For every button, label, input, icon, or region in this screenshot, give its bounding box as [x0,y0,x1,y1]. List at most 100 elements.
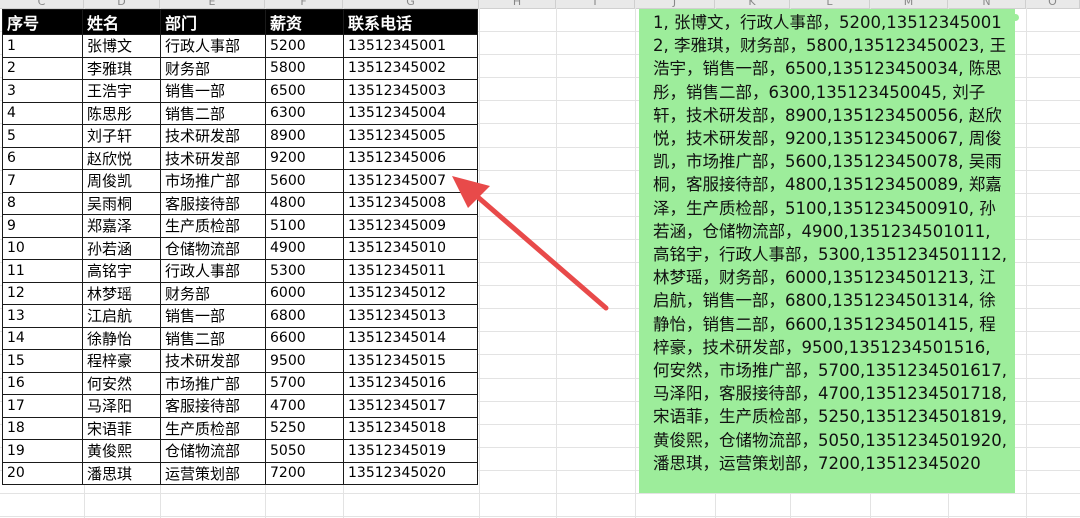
cell-name[interactable]: 黄俊熙 [82,439,161,463]
cell-department[interactable]: 生产质检部 [160,416,266,440]
column-header-strip[interactable]: CDEFGHIJKLMNO [0,0,1080,9]
cell-department[interactable]: 销售二部 [160,326,266,350]
header-phone[interactable]: 联系电话 [343,9,478,35]
cell-index[interactable]: 7 [2,169,83,193]
cell-name[interactable]: 吴雨桐 [82,191,161,215]
column-header-o[interactable]: O [1026,0,1080,8]
header-salary[interactable]: 薪资 [265,9,344,35]
column-header-f[interactable]: F [265,0,343,8]
cell-phone[interactable]: 13512345020 [343,461,478,485]
cell-salary[interactable]: 6000 [265,281,344,305]
cell-salary[interactable]: 6600 [265,326,344,350]
cell-salary[interactable]: 5700 [265,371,344,395]
cell-name[interactable]: 高铭宇 [82,259,161,283]
cell-index[interactable]: 19 [2,439,83,463]
cell-name[interactable]: 潘思琪 [82,461,161,485]
green-text-box[interactable]: 1, 张博文，行政人事部，5200,135123450012, 李雅琪，财务部，… [639,9,1015,493]
cell-name[interactable]: 陈思彤 [82,101,161,125]
cell-salary[interactable]: 4800 [265,191,344,215]
cell-salary[interactable]: 8900 [265,124,344,148]
cell-department[interactable]: 财务部 [160,281,266,305]
cell-department[interactable]: 客服接待部 [160,394,266,418]
cell-name[interactable]: 程梓豪 [82,349,161,373]
cell-name[interactable]: 江启航 [82,304,161,328]
cell-index[interactable]: 17 [2,394,83,418]
cell-phone[interactable]: 13512345014 [343,326,478,350]
cell-phone[interactable]: 13512345005 [343,124,478,148]
column-header-k[interactable]: K [715,0,790,8]
cell-name[interactable]: 马泽阳 [82,394,161,418]
cell-index[interactable]: 18 [2,416,83,440]
cell-name[interactable]: 刘子轩 [82,124,161,148]
cell-name[interactable]: 徐静怡 [82,326,161,350]
cell-phone[interactable]: 13512345002 [343,56,478,80]
cell-salary[interactable]: 4900 [265,236,344,260]
column-header-h[interactable]: H [479,0,556,8]
cell-name[interactable]: 王浩宇 [82,79,161,103]
cell-salary[interactable]: 9500 [265,349,344,373]
cell-department[interactable]: 市场推广部 [160,169,266,193]
column-header-e[interactable]: E [160,0,265,8]
cell-index[interactable]: 14 [2,326,83,350]
cell-name[interactable]: 赵欣悦 [82,146,161,170]
cell-department[interactable]: 技术研发部 [160,124,266,148]
cell-phone[interactable]: 13512345001 [343,34,478,58]
cell-name[interactable]: 李雅琪 [82,56,161,80]
cell-department[interactable]: 销售一部 [160,304,266,328]
cell-salary[interactable]: 5600 [265,169,344,193]
cell-salary[interactable]: 5050 [265,439,344,463]
cell-salary[interactable]: 6500 [265,79,344,103]
cell-name[interactable]: 孙若涵 [82,236,161,260]
cell-department[interactable]: 技术研发部 [160,146,266,170]
cell-department[interactable]: 客服接待部 [160,191,266,215]
cell-index[interactable]: 5 [2,124,83,148]
cell-index[interactable]: 9 [2,214,83,238]
cell-index[interactable]: 16 [2,371,83,395]
cell-phone[interactable]: 13512345018 [343,416,478,440]
cell-index[interactable]: 2 [2,56,83,80]
cell-index[interactable]: 11 [2,259,83,283]
cell-phone[interactable]: 13512345003 [343,79,478,103]
cell-phone[interactable]: 13512345019 [343,439,478,463]
cell-department[interactable]: 生产质检部 [160,214,266,238]
cell-name[interactable]: 周俊凯 [82,169,161,193]
cell-department[interactable]: 市场推广部 [160,371,266,395]
cell-name[interactable]: 林梦瑶 [82,281,161,305]
cell-salary[interactable]: 5300 [265,259,344,283]
cell-department[interactable]: 仓储物流部 [160,439,266,463]
cell-name[interactable]: 宋语菲 [82,416,161,440]
cell-index[interactable]: 12 [2,281,83,305]
cell-index[interactable]: 20 [2,461,83,485]
text-box-content[interactable]: 1, 张博文，行政人事部，5200,135123450012, 李雅琪，财务部，… [639,9,1015,475]
cell-department[interactable]: 销售一部 [160,79,266,103]
cell-department[interactable]: 技术研发部 [160,349,266,373]
cell-index[interactable]: 13 [2,304,83,328]
cell-department[interactable]: 销售二部 [160,101,266,125]
cell-department[interactable]: 行政人事部 [160,34,266,58]
cell-name[interactable]: 何安然 [82,371,161,395]
cell-phone[interactable]: 13512345015 [343,349,478,373]
column-header-m[interactable]: M [870,0,948,8]
cell-name[interactable]: 张博文 [82,34,161,58]
column-header-i[interactable]: I [556,0,635,8]
cell-phone[interactable]: 13512345006 [343,146,478,170]
header-index[interactable]: 序号 [2,9,83,35]
cell-salary[interactable]: 7200 [265,461,344,485]
cell-index[interactable]: 8 [2,191,83,215]
column-header-l[interactable]: L [790,0,870,8]
cell-department[interactable]: 财务部 [160,56,266,80]
cell-index[interactable]: 15 [2,349,83,373]
cell-department[interactable]: 运营策划部 [160,461,266,485]
column-header-n[interactable]: N [948,0,1026,8]
cell-index[interactable]: 10 [2,236,83,260]
cell-name[interactable]: 郑嘉泽 [82,214,161,238]
cell-salary[interactable]: 5100 [265,214,344,238]
header-department[interactable]: 部门 [160,9,266,35]
cell-department[interactable]: 仓储物流部 [160,236,266,260]
cell-salary[interactable]: 5800 [265,56,344,80]
cell-phone[interactable]: 13512345017 [343,394,478,418]
cell-index[interactable]: 1 [2,34,83,58]
cell-phone[interactable]: 13512345004 [343,101,478,125]
cell-salary[interactable]: 6800 [265,304,344,328]
header-name[interactable]: 姓名 [82,9,161,35]
